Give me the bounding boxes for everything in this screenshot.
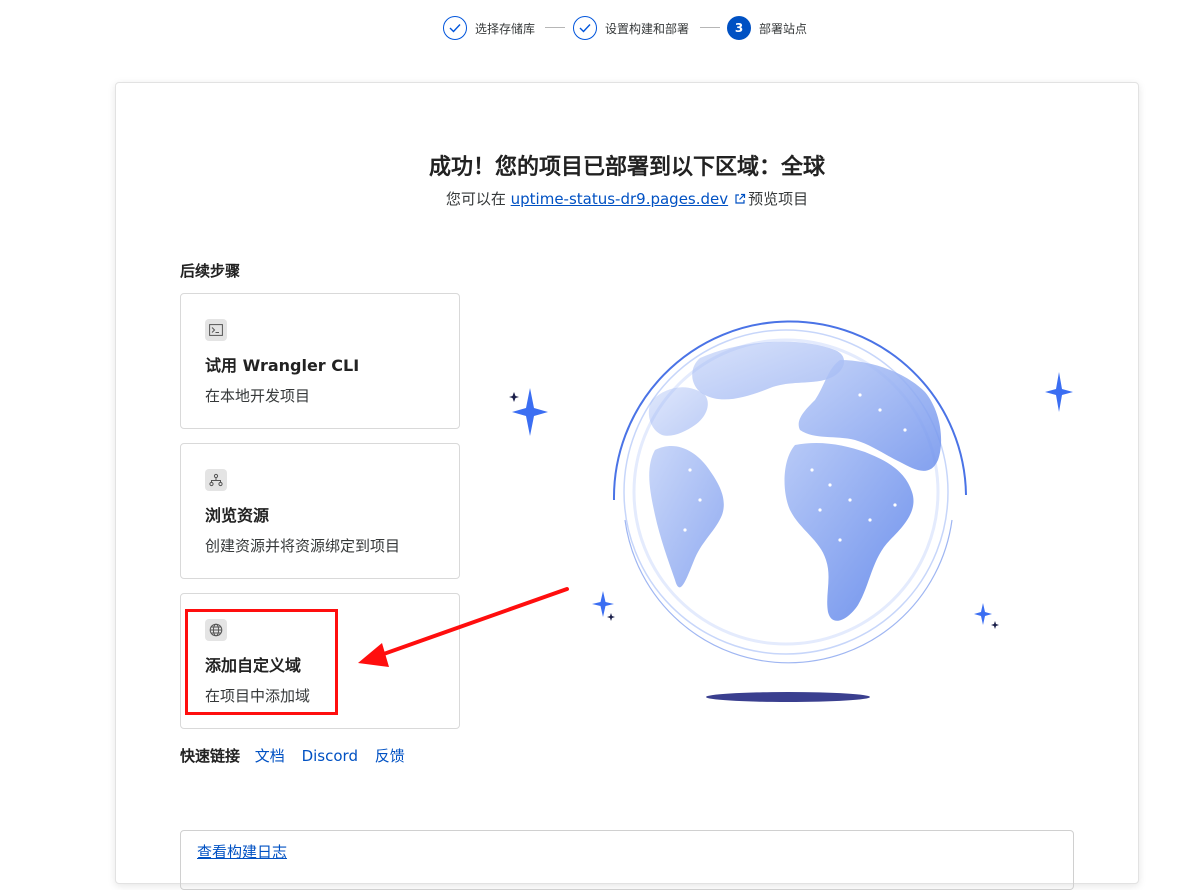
annotation-arrow (358, 587, 569, 667)
globe-shadow (706, 692, 870, 702)
sparkle-icon (592, 591, 615, 621)
sparkle-icon (1045, 372, 1073, 412)
globe-illustration (358, 320, 1073, 702)
sparkle-icon (509, 388, 548, 436)
sparkle-icon (974, 603, 999, 629)
